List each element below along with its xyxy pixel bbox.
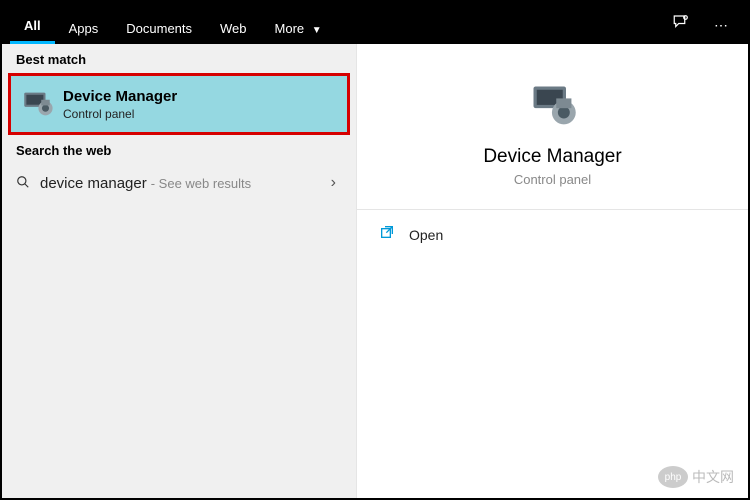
- more-options-icon[interactable]: ⋯: [702, 7, 740, 44]
- tab-documents[interactable]: Documents: [112, 11, 206, 44]
- chevron-down-icon: ▼: [312, 25, 322, 36]
- results-panel: Best match Device Manager Control panel …: [2, 44, 357, 498]
- detail-subtitle: Control panel: [514, 172, 591, 187]
- tab-more-label: More: [275, 21, 305, 36]
- search-tabs: All Apps Documents Web More ▼ ⋯: [2, 2, 748, 44]
- best-match-subtitle: Control panel: [63, 107, 177, 121]
- open-icon: [379, 224, 395, 245]
- web-search-term: device manager: [40, 175, 147, 192]
- web-search-result[interactable]: device manager - See web results ›: [2, 164, 356, 202]
- detail-device-manager-icon: [527, 80, 579, 132]
- open-label: Open: [409, 227, 443, 243]
- watermark-text: 中文网: [692, 467, 734, 487]
- detail-panel: Device Manager Control panel Open: [357, 44, 748, 498]
- device-manager-icon: [19, 86, 55, 122]
- best-match-title: Device Manager: [63, 88, 177, 105]
- best-match-result[interactable]: Device Manager Control panel: [8, 73, 350, 135]
- open-action[interactable]: Open: [357, 210, 748, 259]
- web-search-hint: - See web results: [151, 176, 251, 191]
- tab-apps[interactable]: Apps: [55, 11, 113, 44]
- chevron-right-icon: ›: [331, 174, 342, 192]
- detail-title: Device Manager: [483, 146, 621, 168]
- tab-more[interactable]: More ▼: [261, 11, 336, 44]
- tab-all[interactable]: All: [10, 8, 55, 44]
- search-web-header: Search the web: [2, 135, 356, 164]
- php-logo-icon: php: [658, 466, 688, 488]
- watermark: php 中文网: [658, 466, 734, 488]
- search-icon: [16, 175, 36, 192]
- feedback-icon[interactable]: [660, 3, 702, 44]
- best-match-header: Best match: [2, 44, 356, 73]
- tab-web[interactable]: Web: [206, 11, 261, 44]
